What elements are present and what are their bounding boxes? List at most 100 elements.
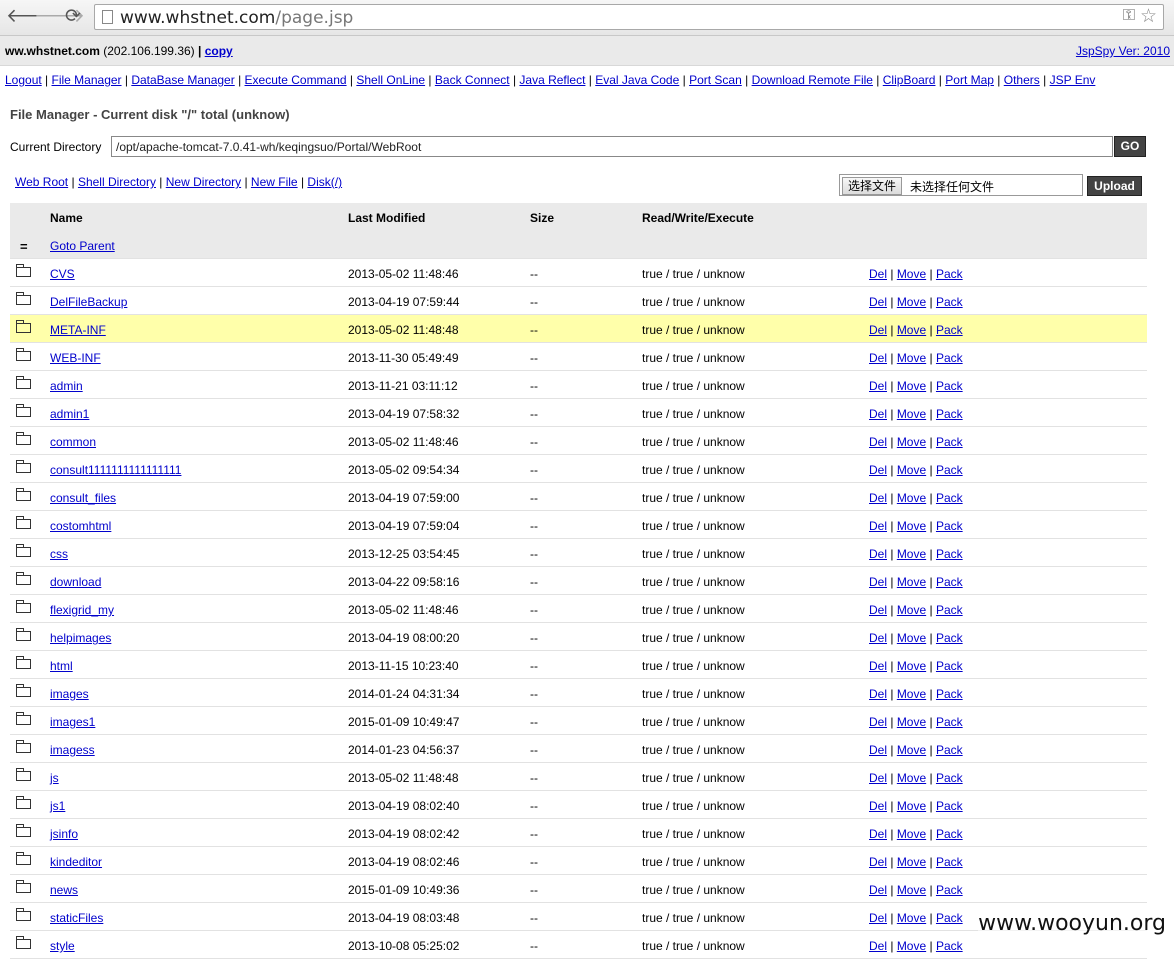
pack-link[interactable]: Pack — [936, 799, 963, 813]
folder-name-link[interactable]: jsinfo — [50, 827, 78, 841]
menu-item[interactable]: Port Scan — [689, 73, 742, 87]
menu-item[interactable]: Back Connect — [435, 73, 510, 87]
folder-name-link[interactable]: WEB-INF — [50, 351, 101, 365]
go-button[interactable]: GO — [1114, 136, 1146, 157]
move-link[interactable]: Move — [897, 267, 926, 281]
upload-button[interactable]: Upload — [1087, 176, 1142, 196]
move-link[interactable]: Move — [897, 323, 926, 337]
folder-name-link[interactable]: news — [50, 883, 78, 897]
key-icon[interactable]: ⚿ — [1123, 7, 1135, 25]
menu-item[interactable]: File Manager — [52, 73, 122, 87]
move-link[interactable]: Move — [897, 799, 926, 813]
pack-link[interactable]: Pack — [936, 435, 963, 449]
del-link[interactable]: Del — [869, 799, 887, 813]
reload-icon[interactable]: ⟳ — [62, 6, 84, 28]
pack-link[interactable]: Pack — [936, 939, 963, 953]
del-link[interactable]: Del — [869, 715, 887, 729]
pack-link[interactable]: Pack — [936, 715, 963, 729]
folder-name-link[interactable]: flexigrid_my — [50, 603, 114, 617]
move-link[interactable]: Move — [897, 547, 926, 561]
menu-item[interactable]: Execute Command — [245, 73, 347, 87]
folder-name-link[interactable]: html — [50, 659, 73, 673]
del-link[interactable]: Del — [869, 855, 887, 869]
menu-item[interactable]: DataBase Manager — [131, 73, 234, 87]
forward-arrow-icon[interactable]: 🡒 — [34, 6, 85, 28]
menu-item[interactable]: Shell OnLine — [356, 73, 425, 87]
pack-link[interactable]: Pack — [936, 547, 963, 561]
choose-file-button[interactable]: 选择文件 — [842, 177, 903, 195]
pack-link[interactable]: Pack — [936, 687, 963, 701]
del-link[interactable]: Del — [869, 379, 887, 393]
del-link[interactable]: Del — [869, 603, 887, 617]
bookmark-star-icon[interactable]: ☆ — [1140, 5, 1157, 28]
pack-link[interactable]: Pack — [936, 323, 963, 337]
pack-link[interactable]: Pack — [936, 659, 963, 673]
del-link[interactable]: Del — [869, 687, 887, 701]
move-link[interactable]: Move — [897, 575, 926, 589]
file-upload-field[interactable]: 选择文件 未选择任何文件 — [839, 174, 1083, 196]
move-link[interactable]: Move — [897, 435, 926, 449]
del-link[interactable]: Del — [869, 435, 887, 449]
del-link[interactable]: Del — [869, 407, 887, 421]
folder-name-link[interactable]: helpimages — [50, 631, 111, 645]
move-link[interactable]: Move — [897, 631, 926, 645]
del-link[interactable]: Del — [869, 883, 887, 897]
folder-name-link[interactable]: CVS — [50, 267, 75, 281]
pack-link[interactable]: Pack — [936, 351, 963, 365]
pack-link[interactable]: Pack — [936, 463, 963, 477]
menu-item[interactable]: JSP Env — [1050, 73, 1096, 87]
folder-name-link[interactable]: consult1111111111111111 — [50, 463, 181, 477]
folder-name-link[interactable]: imagess — [50, 743, 95, 757]
move-link[interactable]: Move — [897, 687, 926, 701]
address-bar[interactable]: www.whstnet.com/page.jsp ⚿ ☆ — [94, 4, 1164, 30]
directory-link[interactable]: Shell Directory — [78, 175, 156, 189]
del-link[interactable]: Del — [869, 295, 887, 309]
del-link[interactable]: Del — [869, 351, 887, 365]
move-link[interactable]: Move — [897, 911, 926, 925]
copy-link[interactable]: copy — [205, 44, 233, 58]
pack-link[interactable]: Pack — [936, 603, 963, 617]
pack-link[interactable]: Pack — [936, 575, 963, 589]
folder-name-link[interactable]: js1 — [50, 799, 65, 813]
move-link[interactable]: Move — [897, 939, 926, 953]
move-link[interactable]: Move — [897, 295, 926, 309]
folder-name-link[interactable]: admin — [50, 379, 83, 393]
pack-link[interactable]: Pack — [936, 491, 963, 505]
del-link[interactable]: Del — [869, 491, 887, 505]
pack-link[interactable]: Pack — [936, 267, 963, 281]
move-link[interactable]: Move — [897, 351, 926, 365]
menu-item[interactable]: Logout — [5, 73, 42, 87]
folder-name-link[interactable]: kindeditor — [50, 855, 102, 869]
folder-name-link[interactable]: admin1 — [50, 407, 89, 421]
move-link[interactable]: Move — [897, 491, 926, 505]
pack-link[interactable]: Pack — [936, 827, 963, 841]
del-link[interactable]: Del — [869, 323, 887, 337]
folder-name-link[interactable]: images — [50, 687, 89, 701]
current-directory-input[interactable] — [111, 136, 1113, 157]
goto-parent-link[interactable]: Goto Parent — [50, 239, 115, 253]
folder-name-link[interactable]: META-INF — [50, 323, 106, 337]
folder-name-link[interactable]: style — [50, 939, 75, 953]
pack-link[interactable]: Pack — [936, 295, 963, 309]
folder-name-link[interactable]: images1 — [50, 715, 95, 729]
folder-name-link[interactable]: css — [50, 547, 68, 561]
directory-link[interactable]: New Directory — [166, 175, 241, 189]
folder-name-link[interactable]: costomhtml — [50, 519, 111, 533]
move-link[interactable]: Move — [897, 743, 926, 757]
menu-item[interactable]: Java Reflect — [519, 73, 585, 87]
move-link[interactable]: Move — [897, 603, 926, 617]
directory-link[interactable]: Disk(/) — [307, 175, 342, 189]
del-link[interactable]: Del — [869, 827, 887, 841]
menu-item[interactable]: Eval Java Code — [595, 73, 679, 87]
move-link[interactable]: Move — [897, 407, 926, 421]
back-arrow-icon[interactable]: 🡐 — [6, 6, 57, 28]
directory-link[interactable]: Web Root — [15, 175, 68, 189]
pack-link[interactable]: Pack — [936, 911, 963, 925]
folder-name-link[interactable]: staticFiles — [50, 911, 103, 925]
del-link[interactable]: Del — [869, 771, 887, 785]
del-link[interactable]: Del — [869, 519, 887, 533]
pack-link[interactable]: Pack — [936, 855, 963, 869]
del-link[interactable]: Del — [869, 575, 887, 589]
pack-link[interactable]: Pack — [936, 771, 963, 785]
del-link[interactable]: Del — [869, 631, 887, 645]
